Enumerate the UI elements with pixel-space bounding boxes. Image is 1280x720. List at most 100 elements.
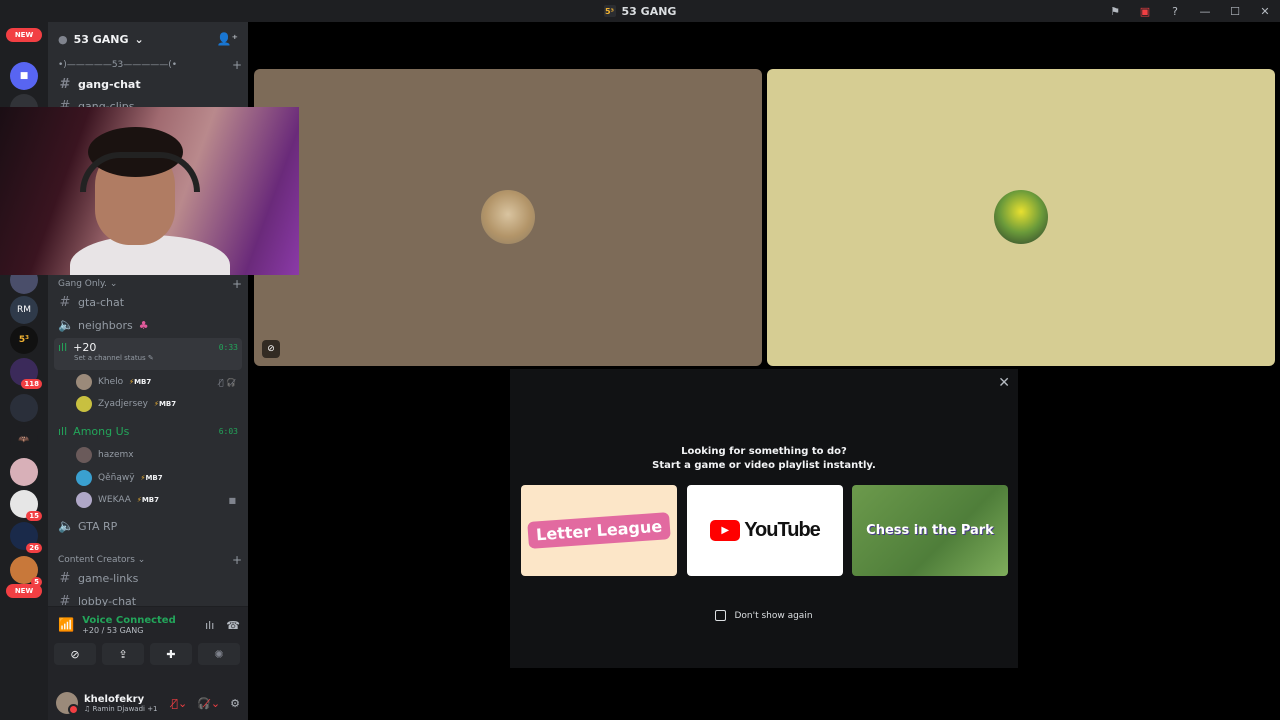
video-camera-icon: ■ [228, 495, 236, 505]
mute-icon[interactable]: 🎙̸⌄ [171, 697, 187, 710]
participant-tile[interactable] [767, 69, 1275, 366]
disconnect-icon[interactable]: ☎ [226, 619, 240, 632]
muted-deafened-icons: 🎙̸ 🎧̸ [218, 377, 236, 387]
server-icon[interactable]: 15 [10, 490, 42, 521]
webcam-overlay [0, 107, 299, 275]
server-icon[interactable]: 118 [10, 358, 42, 389]
unread-count-badge: 26 [26, 543, 42, 553]
add-channel-icon[interactable]: + [232, 553, 242, 567]
deafen-icon[interactable]: 🎧̸⌄ [197, 697, 220, 710]
dont-show-again[interactable]: Don't show again [510, 610, 1018, 621]
participant-tile[interactable]: ⊘ [254, 69, 762, 366]
voice-connection-panel: 📶 Voice Connected +20 / 53 GANG ılı ☎ ⊘ … [48, 606, 248, 686]
voice-connected-label: Voice Connected [82, 615, 176, 626]
camera-off-icon: ⊘ [262, 340, 280, 358]
activity-prompt: Looking for something to do? Start a gam… [652, 446, 876, 471]
activity-card-letter-league[interactable]: Letter League [521, 485, 677, 576]
voice-channel-link[interactable]: +20 / 53 GANG [82, 626, 176, 635]
add-channel-icon[interactable]: + [232, 58, 242, 72]
activity-launcher: ✕ Looking for something to do? Start a g… [510, 369, 1018, 668]
participant-avatar [481, 190, 535, 244]
inbox-icon[interactable]: ⚑ [1100, 0, 1130, 22]
member-tag: ⚡MB7 [136, 496, 159, 504]
channel-neighbors[interactable]: 🔈 neighbors ♣ [54, 315, 242, 335]
screen-share-button[interactable]: ⇪ [102, 643, 144, 665]
minimize-button[interactable]: — [1190, 0, 1220, 22]
server-icon: 5³ [603, 5, 616, 17]
server-icon[interactable]: 5 [10, 556, 42, 587]
voice-stage: ⊘ ✕ Looking for something to do? Start a… [248, 22, 1280, 720]
category-gang-only[interactable]: Gang Only. ⌄ + [58, 277, 242, 291]
server-icon[interactable] [10, 394, 38, 422]
hashtag-icon: # [59, 294, 71, 310]
channel-gang-chat[interactable]: # gang-chat [54, 74, 242, 94]
channel-status-prompt[interactable]: Set a channel status ✎ [54, 354, 242, 362]
unread-count-badge: 118 [21, 379, 42, 389]
server-name: 53 GANG [73, 32, 129, 46]
member-tag: ⚡MB7 [140, 474, 163, 482]
server-icon-rm[interactable]: RM [10, 296, 38, 324]
add-channel-icon[interactable]: + [232, 277, 242, 291]
voice-member[interactable]: Qěñąwÿ ⚡MB7 [76, 468, 242, 488]
member-tag: ⚡MB7 [129, 378, 152, 386]
user-panel: khelofekry ♫ Ramin Djawadi +1 🎙̸⌄ 🎧̸⌄ ⚙ [48, 686, 248, 720]
pencil-icon: ✎ [147, 354, 154, 362]
activity-card-chess[interactable]: Chess in the Park [852, 485, 1008, 576]
user-activity: ♫ Ramin Djawadi +1 [84, 704, 158, 713]
server-icon[interactable]: 🦇 [10, 426, 38, 454]
voice-active-icon: ıll [58, 425, 68, 438]
window-title-text: 53 GANG [621, 4, 677, 18]
activity-card-youtube[interactable]: ▶ YouTube [687, 485, 843, 576]
clover-emoji-icon: ♣ [138, 318, 149, 332]
window-controls: ⚑ ▣ ? — ☐ ✕ [1100, 0, 1280, 22]
checkbox[interactable] [715, 610, 727, 621]
voice-channel-gta-rp[interactable]: 🔈 GTA RP [54, 516, 242, 536]
noise-suppression-icon[interactable]: ılı [205, 619, 214, 632]
username: khelofekry [84, 693, 145, 705]
screen-share-icon: ⇪ [118, 647, 128, 661]
help-icon[interactable]: ? [1160, 0, 1190, 22]
signal-icon[interactable]: 📶 [58, 618, 74, 633]
category-separator[interactable]: •)—————53—————(• + [58, 58, 242, 72]
server-status-icon: ● [58, 32, 68, 46]
headphones [80, 152, 200, 192]
invite-people-icon[interactable]: 👤⁺ [217, 32, 238, 46]
new-badge: NEW [6, 584, 42, 598]
maximize-button[interactable]: ☐ [1220, 0, 1250, 22]
chevron-down-icon: ⌄ [134, 555, 146, 565]
soundboard-button[interactable]: ✺ [198, 643, 240, 665]
activities-button[interactable]: ✚ [150, 643, 192, 665]
server-icon-53[interactable]: 5³ [10, 326, 38, 354]
server-header[interactable]: ● 53 GANG ⌄ 👤⁺ [48, 22, 248, 56]
chevron-down-icon: ⌄ [106, 279, 118, 289]
gear-icon[interactable]: ⚙ [230, 697, 240, 710]
camera-off-button[interactable]: ⊘ [54, 643, 96, 665]
soundboard-icon: ✺ [214, 647, 224, 661]
server-icon[interactable]: 26 [10, 522, 42, 553]
channel-gta-chat[interactable]: # gta-chat [54, 292, 242, 312]
close-window-button[interactable]: ✕ [1250, 0, 1280, 22]
voice-member[interactable]: hazemx [76, 445, 242, 465]
unread-count-badge: 15 [26, 511, 42, 521]
avatar [76, 492, 92, 508]
user-avatar[interactable] [56, 692, 79, 715]
camera-off-icon: ⊘ [70, 647, 80, 661]
server-icon[interactable] [10, 458, 38, 486]
avatar [76, 374, 92, 390]
speaker-icon: 🔈 [58, 518, 75, 534]
voice-channel-20[interactable]: ıll +20 0:33 Set a channel status ✎ [54, 338, 242, 370]
voice-member[interactable]: Khelo ⚡MB7 🎙̸ 🎧̸ [76, 372, 242, 392]
server-folder-icon[interactable]: ■ [10, 62, 38, 90]
screen-share-icon[interactable]: ▣ [1130, 0, 1160, 22]
participant-avatar [994, 190, 1048, 244]
window-title: 5³ 53 GANG [603, 4, 677, 18]
channel-game-links[interactable]: # game-links [54, 568, 242, 588]
member-tag: ⚡MB7 [154, 400, 177, 408]
voice-member[interactable]: WEKAA ⚡MB7 ■ [76, 490, 242, 510]
voice-active-icon: ıll [58, 341, 68, 354]
category-content-creators[interactable]: Content Creators ⌄ + [58, 553, 242, 567]
close-icon[interactable]: ✕ [998, 375, 1010, 391]
hashtag-icon: # [59, 570, 71, 586]
voice-channel-among-us[interactable]: ıll Among Us 6:03 [54, 422, 242, 441]
voice-member[interactable]: Zyadjersey ⚡MB7 [76, 394, 242, 414]
